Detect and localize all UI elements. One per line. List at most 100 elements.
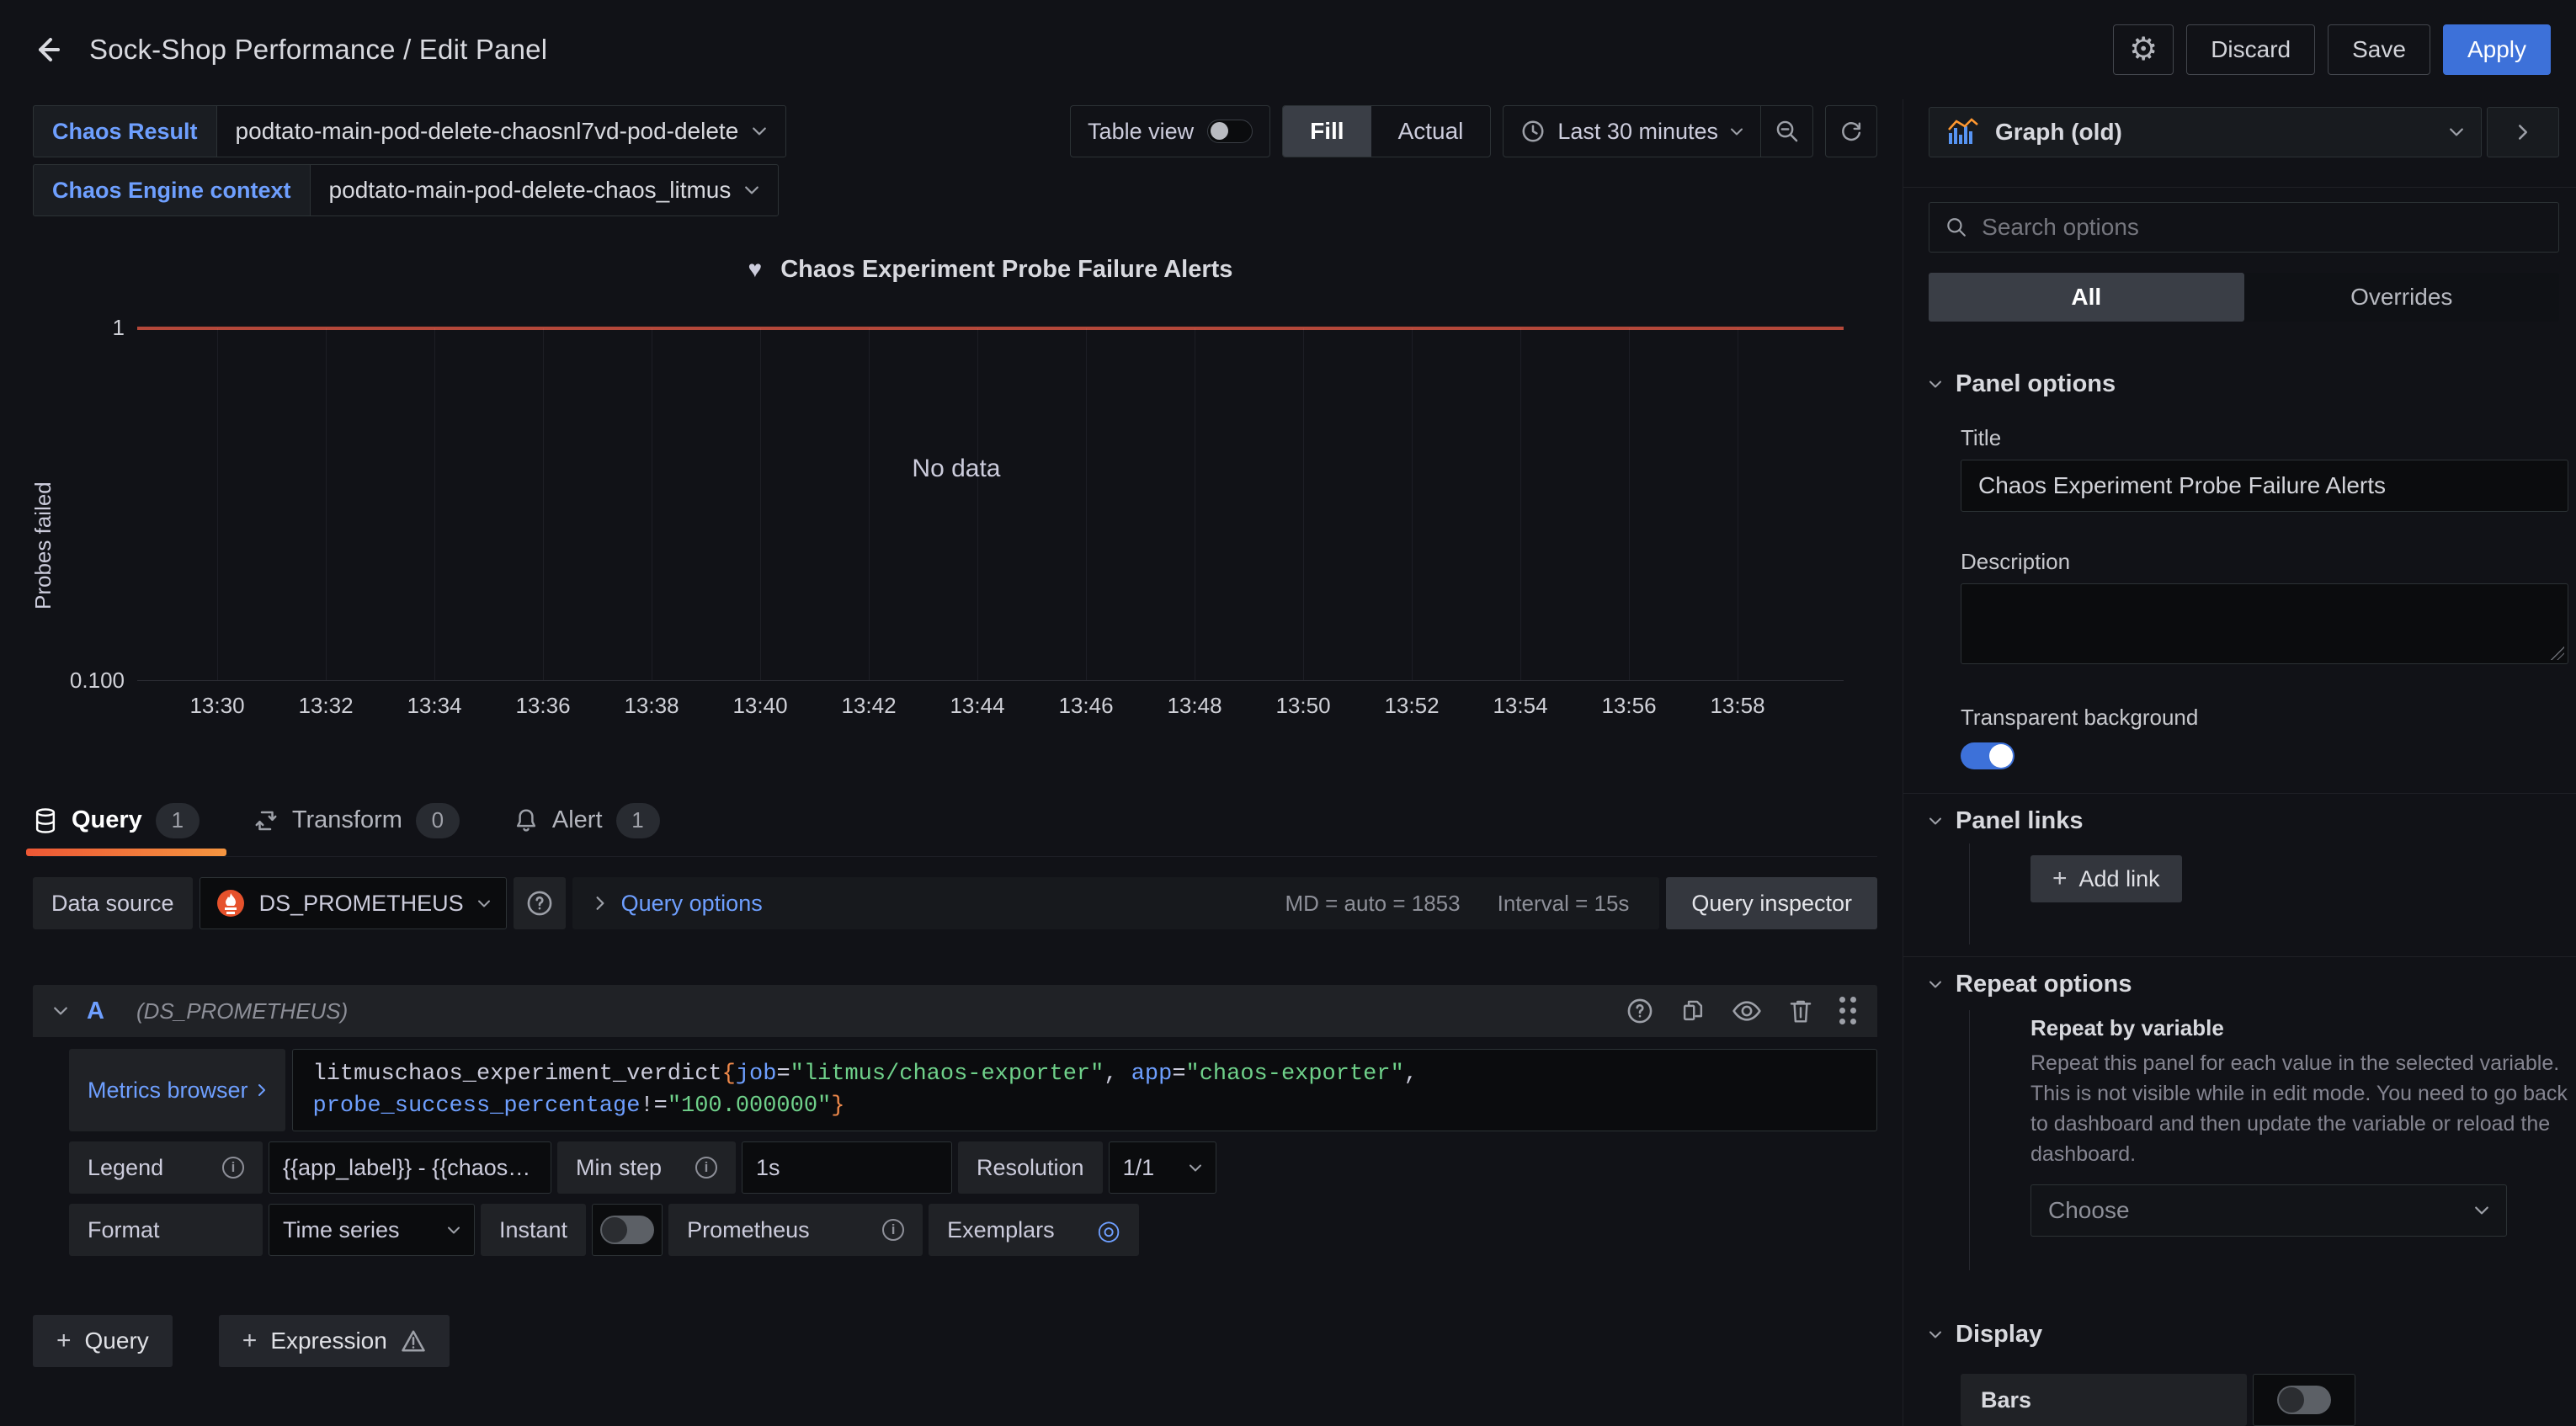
repeat-by-variable-label: Repeat by variable bbox=[2030, 1015, 2559, 1041]
exemplars-eye-icon[interactable]: ◎ bbox=[1097, 1214, 1120, 1246]
add-expression-label: Expression bbox=[270, 1328, 387, 1354]
chevron-down-icon bbox=[447, 1226, 460, 1235]
options-search[interactable] bbox=[1929, 202, 2559, 253]
panel-options-section-header[interactable]: Panel options bbox=[1929, 370, 2559, 398]
grip-dot bbox=[1850, 997, 1856, 1003]
back-button[interactable] bbox=[25, 26, 72, 73]
max-datapoints-info: MD = auto = 1853 bbox=[1285, 891, 1460, 917]
tab-label: Alert bbox=[552, 806, 603, 834]
bars-option-row: Bars bbox=[1961, 1374, 2559, 1426]
query-options-summary: MD = auto = 1853 Interval = 15s bbox=[1285, 891, 1629, 917]
variable-value-dropdown[interactable]: podtato-main-pod-delete-chaosnl7vd-pod-d… bbox=[216, 105, 787, 157]
datasource-row: Data source DS_PROMETHEUS Query options … bbox=[33, 877, 1877, 929]
y-axis-label: Probes failed bbox=[30, 399, 56, 609]
datasource-picker[interactable]: DS_PROMETHEUS bbox=[200, 877, 507, 929]
datasource-help-button[interactable] bbox=[514, 877, 566, 929]
instant-toggle[interactable] bbox=[592, 1204, 663, 1256]
chevron-down-icon bbox=[1929, 817, 1942, 826]
table-view-toggle[interactable] bbox=[1207, 120, 1253, 143]
title-field-label: Title bbox=[1961, 425, 2559, 451]
zoom-out-time-button[interactable] bbox=[1760, 106, 1812, 157]
query-row-header[interactable]: A (DS_PROMETHEUS) bbox=[33, 985, 1877, 1037]
options-filter-tabs: All Overrides bbox=[1929, 273, 2559, 322]
panel-title: ♥ Chaos Experiment Probe Failure Alerts bbox=[137, 256, 1844, 284]
query-row-a: A (DS_PROMETHEUS) bbox=[33, 985, 1877, 1256]
legend-format-input[interactable] bbox=[269, 1141, 551, 1194]
drag-handle[interactable] bbox=[1839, 997, 1857, 1025]
tab-transform[interactable]: Transform 0 bbox=[253, 796, 460, 856]
format-select[interactable]: Time series bbox=[269, 1204, 475, 1256]
discard-button[interactable]: Discard bbox=[2186, 24, 2315, 75]
save-button[interactable]: Save bbox=[2328, 24, 2430, 75]
bars-label: Bars bbox=[1961, 1374, 2247, 1426]
fill-option[interactable]: Fill bbox=[1283, 106, 1370, 157]
pane-divider bbox=[1903, 187, 2576, 188]
prometheus-label: Prometheus bbox=[687, 1217, 810, 1243]
min-step-input[interactable] bbox=[742, 1141, 952, 1194]
copy-icon bbox=[1679, 998, 1706, 1024]
panel-settings-button[interactable]: ⚙ bbox=[2113, 24, 2174, 75]
bars-toggle[interactable] bbox=[2253, 1374, 2355, 1426]
add-link-button[interactable]: + Add link bbox=[2030, 855, 2182, 902]
apply-button[interactable]: Apply bbox=[2443, 24, 2551, 75]
disable-query-button[interactable] bbox=[1732, 998, 1762, 1024]
panel-links-body: + Add link bbox=[1969, 843, 2559, 944]
section-title: Panel options bbox=[1956, 370, 2116, 398]
delete-query-button[interactable] bbox=[1787, 998, 1814, 1024]
promql-code[interactable]: litmuschaos_experiment_verdict{job="litm… bbox=[292, 1049, 1877, 1131]
toggle-options-pane-button[interactable] bbox=[2487, 107, 2559, 157]
gridline bbox=[869, 328, 870, 680]
tab-alert[interactable]: Alert 1 bbox=[514, 796, 660, 856]
x-axis-tick: 13:46 bbox=[1058, 693, 1113, 719]
grip-dot bbox=[1839, 997, 1845, 1003]
repeat-options-section-header[interactable]: Repeat options bbox=[1929, 971, 2559, 998]
gridline bbox=[977, 328, 978, 680]
arrow-left-icon bbox=[30, 31, 67, 68]
x-axis-tick: 13:48 bbox=[1167, 693, 1221, 719]
add-query-label: Query bbox=[85, 1328, 149, 1354]
add-expression-button[interactable]: + Expression bbox=[219, 1315, 450, 1367]
panel-title-input[interactable] bbox=[1961, 460, 2568, 512]
chart-toolbar: Table view Fill Actual Last 30 minutes bbox=[1070, 105, 1877, 157]
query-options-collapsible[interactable]: Query options MD = auto = 1853 Interval … bbox=[572, 877, 1660, 929]
x-axis-tick: 13:30 bbox=[189, 693, 244, 719]
options-search-input[interactable] bbox=[1982, 214, 2543, 241]
x-axis-tick: 13:50 bbox=[1275, 693, 1330, 719]
resolution-select[interactable]: 1/1 bbox=[1109, 1141, 1216, 1194]
duplicate-query-button[interactable] bbox=[1679, 998, 1706, 1024]
x-axis-tick: 13:52 bbox=[1384, 693, 1439, 719]
visualization-picker[interactable]: Graph (old) bbox=[1929, 107, 2482, 157]
chevron-down-icon bbox=[744, 185, 759, 195]
add-query-button[interactable]: + Query bbox=[33, 1315, 173, 1367]
display-section-header[interactable]: Display bbox=[1929, 1321, 2559, 1349]
table-view-label: Table view bbox=[1088, 119, 1194, 145]
repeat-variable-select[interactable]: Choose bbox=[2030, 1184, 2507, 1237]
chart-plot[interactable]: No data bbox=[137, 328, 1844, 681]
toggle-track bbox=[2277, 1386, 2331, 1414]
transform-icon bbox=[253, 808, 279, 833]
chevron-right-icon bbox=[594, 896, 606, 911]
panel-description-textarea[interactable] bbox=[1961, 583, 2568, 664]
variable-value-dropdown[interactable]: podtato-main-pod-delete-chaos_litmus bbox=[310, 164, 780, 216]
tab-all[interactable]: All bbox=[1929, 273, 2244, 322]
actual-option[interactable]: Actual bbox=[1371, 106, 1491, 157]
refresh-button[interactable] bbox=[1825, 105, 1877, 157]
section-title: Repeat options bbox=[1956, 971, 2132, 998]
resize-handle[interactable] bbox=[2551, 646, 2564, 660]
query-inspector-button[interactable]: Query inspector bbox=[1666, 877, 1877, 929]
graph-viz-icon bbox=[1946, 118, 1980, 146]
grip-dot bbox=[1839, 1019, 1845, 1024]
plus-icon: + bbox=[56, 1327, 72, 1355]
gridline bbox=[217, 328, 218, 680]
panel-links-section-header[interactable]: Panel links bbox=[1929, 807, 2559, 835]
query-help-button[interactable] bbox=[1626, 997, 1654, 1025]
tab-overrides[interactable]: Overrides bbox=[2244, 273, 2560, 322]
transparent-background-toggle[interactable] bbox=[1961, 742, 2014, 769]
tab-label: Transform bbox=[292, 806, 402, 834]
metrics-browser-button[interactable]: Metrics browser bbox=[69, 1049, 285, 1131]
chevron-down-icon bbox=[1929, 380, 1942, 389]
tab-query[interactable]: Query 1 bbox=[33, 796, 200, 856]
time-range-button[interactable]: Last 30 minutes bbox=[1504, 119, 1760, 145]
grip-dot bbox=[1850, 1019, 1856, 1024]
plus-icon: + bbox=[2052, 865, 2068, 893]
